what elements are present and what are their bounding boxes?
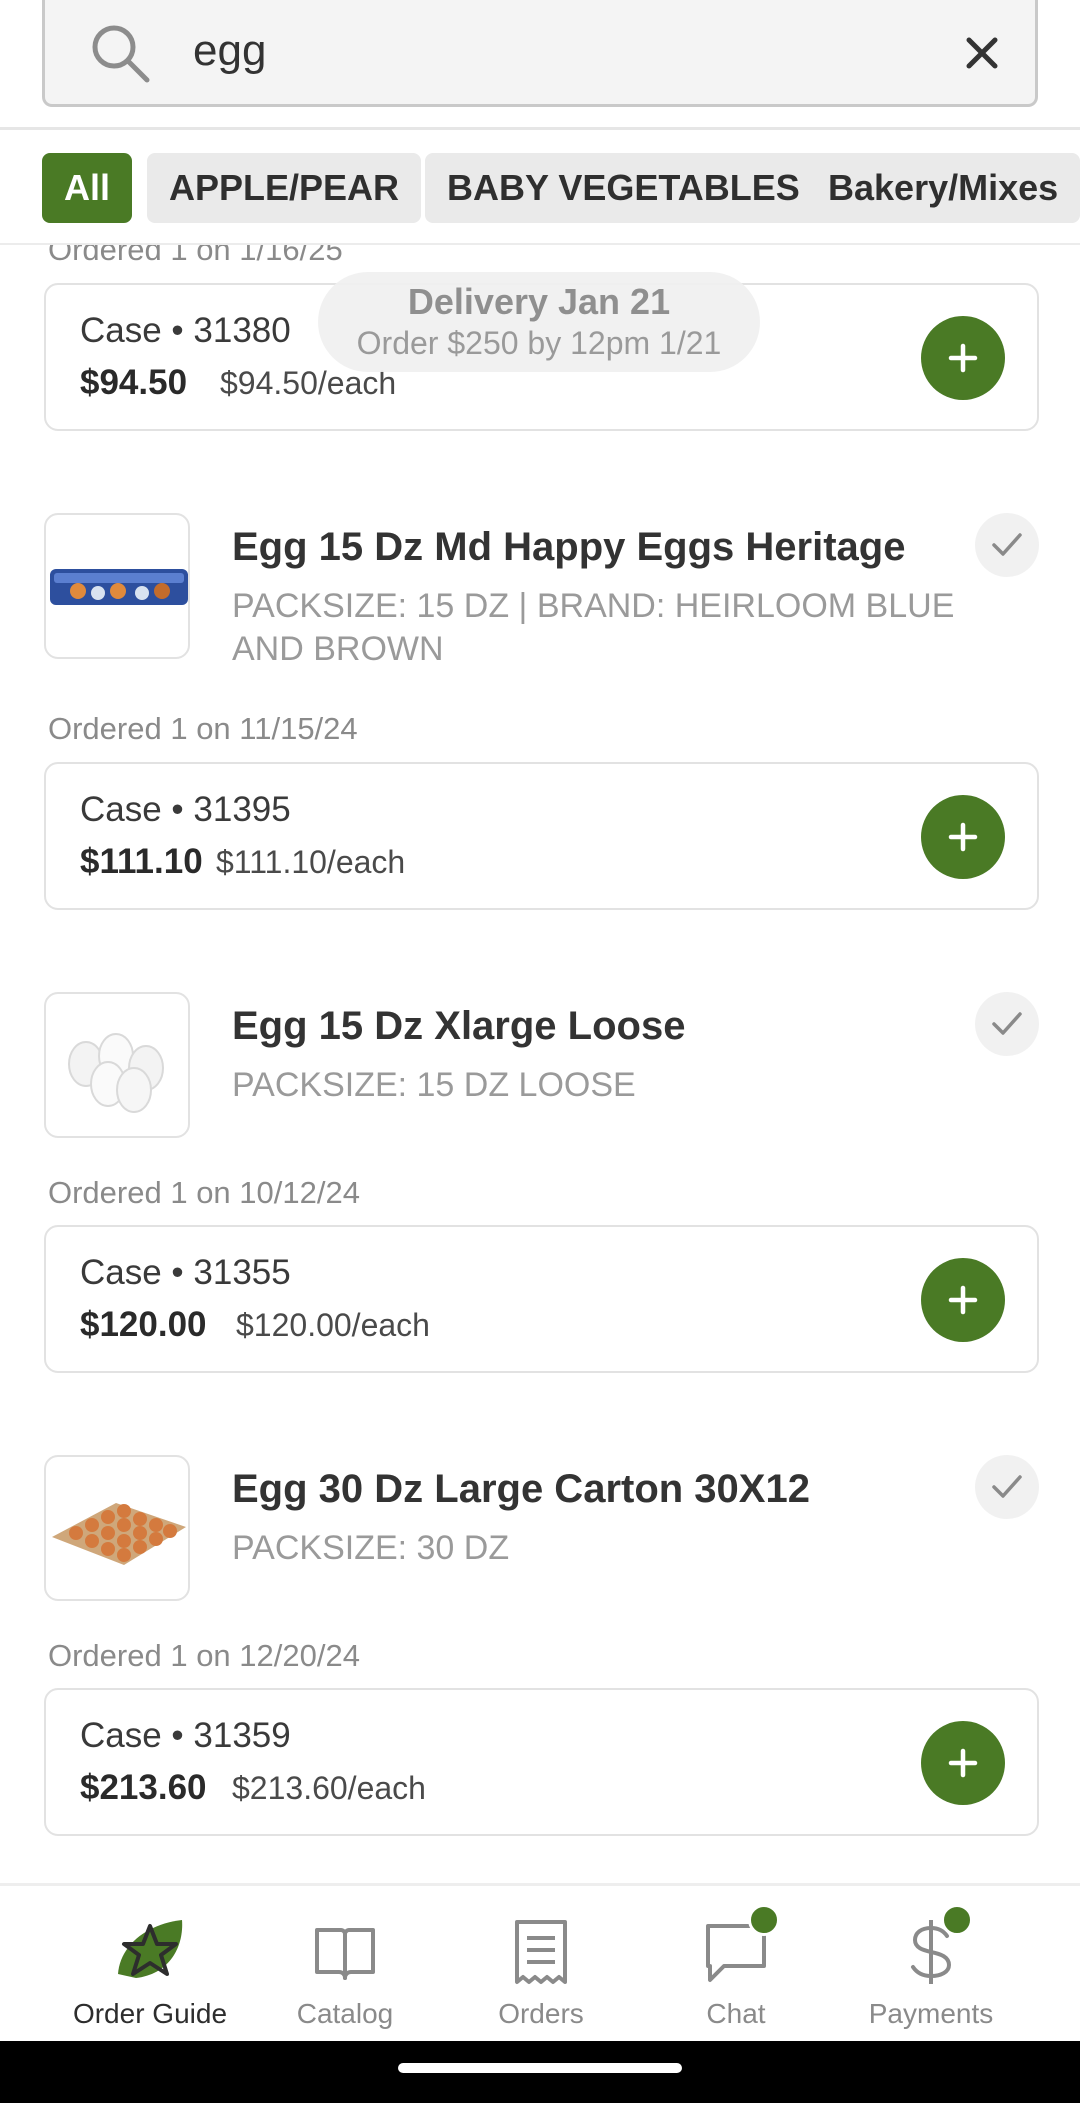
case-label: Case • 31395 xyxy=(80,790,291,829)
product-description: PACKSIZE: 30 DZ xyxy=(232,1529,510,1567)
case-label: Case • 31359 xyxy=(80,1716,291,1755)
case-card: Case • 31355 $120.00 $120.00/each xyxy=(44,1225,1039,1373)
check-icon xyxy=(992,1475,1022,1498)
delivery-subtitle: Order $250 by 12pm 1/21 xyxy=(356,325,722,361)
search-input[interactable]: egg xyxy=(42,0,1038,107)
star-icon xyxy=(118,1920,183,1978)
case-price: $213.60 xyxy=(80,1768,207,1807)
receipt-icon xyxy=(515,1920,567,1984)
add-to-cart-button[interactable] xyxy=(921,795,1005,879)
notification-badge xyxy=(748,1904,780,1936)
unit-price: $120.00/each xyxy=(236,1307,430,1343)
book-icon xyxy=(315,1928,375,1980)
unit-price: $111.10/each xyxy=(216,844,406,880)
case-price: $111.10 xyxy=(80,842,203,881)
delivery-title: Delivery Jan 21 xyxy=(407,281,671,322)
chip-baby-vegetables[interactable]: BABY VEGETABLES xyxy=(425,153,822,223)
notification-badge xyxy=(941,1904,973,1936)
check-icon xyxy=(992,1012,1022,1035)
search-query: egg xyxy=(193,26,267,75)
product-row[interactable]: Egg 15 Dz Xlarge Loose PACKSIZE: 15 DZ L… xyxy=(0,992,1080,1152)
case-card: Case • 31359 $213.60 $213.60/each xyxy=(44,1688,1039,1836)
plus-icon xyxy=(948,1285,978,1315)
select-checkbox[interactable] xyxy=(975,513,1039,577)
nav-catalog[interactable]: Catalog xyxy=(245,1886,445,2044)
ordered-date: Ordered 1 on 12/20/24 xyxy=(48,1638,360,1673)
nav-orders[interactable]: Orders xyxy=(441,1886,641,2044)
plus-icon xyxy=(948,343,978,373)
chip-all[interactable]: All xyxy=(42,153,133,223)
add-to-cart-button[interactable] xyxy=(921,1258,1005,1342)
bottom-nav: Order Guide Catalog Orders Chat Payments xyxy=(0,1883,1080,2041)
product-name: Egg 15 Dz Xlarge Loose xyxy=(232,1004,686,1048)
product-description: PACKSIZE: 15 DZ LOOSE xyxy=(232,1066,636,1104)
plus-icon xyxy=(948,822,978,852)
search-icon xyxy=(92,25,150,83)
chip-apple-pear[interactable]: APPLE/PEAR xyxy=(147,153,422,223)
select-checkbox[interactable] xyxy=(975,1455,1039,1519)
filter-chips: All APPLE/PEAR BABY VEGETABLES Bakery/Mi… xyxy=(0,130,1080,245)
product-row[interactable]: Egg 15 Dz Md Happy Eggs Heritage PACKSIZ… xyxy=(0,513,1080,673)
check-icon xyxy=(992,533,1022,556)
case-label: Case • 31355 xyxy=(80,1253,291,1292)
case-card: Case • 31395 $111.10 $111.10/each xyxy=(44,762,1039,910)
add-to-cart-button[interactable] xyxy=(921,316,1005,400)
home-indicator[interactable] xyxy=(398,2063,682,2073)
ordered-date: Ordered 1 on 11/15/24 xyxy=(48,711,358,746)
search-header: egg xyxy=(0,0,1080,130)
add-to-cart-button[interactable] xyxy=(921,1721,1005,1805)
product-name: Egg 15 Dz Md Happy Eggs Heritage xyxy=(232,525,906,569)
product-image-white-eggs xyxy=(44,992,190,1138)
nav-label: Orders xyxy=(498,1998,584,2029)
ordered-date: Ordered 1 on 10/12/24 xyxy=(48,1175,360,1210)
case-price: $94.50 xyxy=(80,363,188,402)
nav-label: Catalog xyxy=(296,1998,394,2029)
product-description: PACKSIZE: 15 DZ | BRAND: HEIRLOOM BLUE A… xyxy=(232,587,955,668)
product-row[interactable]: Egg 30 Dz Large Carton 30X12 PACKSIZE: 3… xyxy=(0,1455,1080,1615)
delivery-banner[interactable]: Delivery Jan 21 Order $250 by 12pm 1/21 xyxy=(318,272,760,372)
nav-label: Payments xyxy=(868,1998,994,2029)
case-price: $120.00 xyxy=(80,1305,207,1344)
nav-label: Order Guide xyxy=(72,1998,228,2029)
unit-price: $213.60/each xyxy=(232,1770,426,1806)
nav-order-guide[interactable]: Order Guide xyxy=(50,1886,250,2044)
nav-payments[interactable]: Payments xyxy=(831,1886,1031,2044)
product-image-egg-carton xyxy=(44,1455,190,1601)
select-checkbox[interactable] xyxy=(975,992,1039,1056)
product-name: Egg 30 Dz Large Carton 30X12 xyxy=(232,1467,810,1511)
nav-chat[interactable]: Chat xyxy=(636,1886,836,2044)
close-icon[interactable] xyxy=(957,28,1007,78)
product-list[interactable]: Ordered 1 on 1/16/25 Case • 31380 $94.50… xyxy=(0,245,1080,1883)
plus-icon xyxy=(948,1748,978,1778)
ordered-date: Ordered 1 on 1/16/25 xyxy=(48,245,343,267)
case-label: Case • 31380 xyxy=(80,311,291,350)
chip-bakery-mixes[interactable]: Bakery/Mixes xyxy=(806,153,1080,223)
nav-label: Chat xyxy=(706,1998,766,2029)
system-nav-bar xyxy=(0,2041,1080,2103)
product-image-heritage-eggs xyxy=(44,513,190,659)
